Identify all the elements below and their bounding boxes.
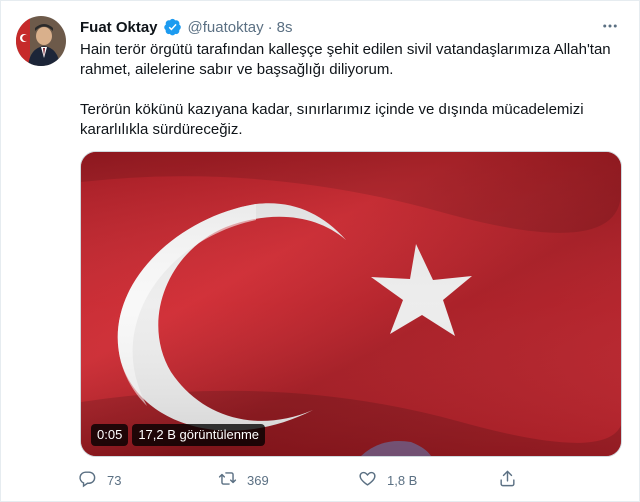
- video-duration: 0:05: [91, 424, 129, 446]
- separator-dot: ·: [267, 18, 273, 36]
- more-options-icon[interactable]: [598, 14, 622, 38]
- tweet-paragraph-1: Hain terör örgütü tarafından kalleşçe şe…: [80, 41, 611, 78]
- verified-badge-icon: [163, 18, 182, 36]
- reply-icon: [78, 469, 97, 491]
- reply-count: 73: [107, 472, 122, 488]
- retweet-icon: [218, 469, 237, 491]
- share-button[interactable]: [498, 469, 517, 491]
- like-count: 1,8 B: [387, 472, 418, 488]
- tweet-actions: 73 369 1,8 B: [78, 466, 538, 494]
- author-name[interactable]: Fuat Oktay: [80, 19, 158, 36]
- video-view-count: 17,2 B görüntülenme: [132, 424, 266, 446]
- turkish-flag-video-frame: [81, 152, 621, 456]
- tweet-timestamp[interactable]: 8s: [277, 19, 293, 36]
- share-icon: [498, 469, 517, 491]
- retweet-button[interactable]: 369: [218, 469, 358, 491]
- avatar[interactable]: [16, 16, 66, 66]
- reply-button[interactable]: 73: [78, 469, 218, 491]
- like-button[interactable]: 1,8 B: [358, 469, 498, 491]
- video-player[interactable]: 0:05 17,2 B görüntülenme: [80, 151, 622, 457]
- heart-icon: [358, 469, 377, 491]
- author-handle[interactable]: @fuatoktay: [188, 19, 264, 36]
- retweet-count: 369: [247, 472, 269, 488]
- tweet-text: Hain terör örgütü tarafından kalleşçe şe…: [80, 40, 620, 160]
- tweet-paragraph-2: Terörün kökünü kazıyana kadar, sınırları…: [80, 101, 584, 138]
